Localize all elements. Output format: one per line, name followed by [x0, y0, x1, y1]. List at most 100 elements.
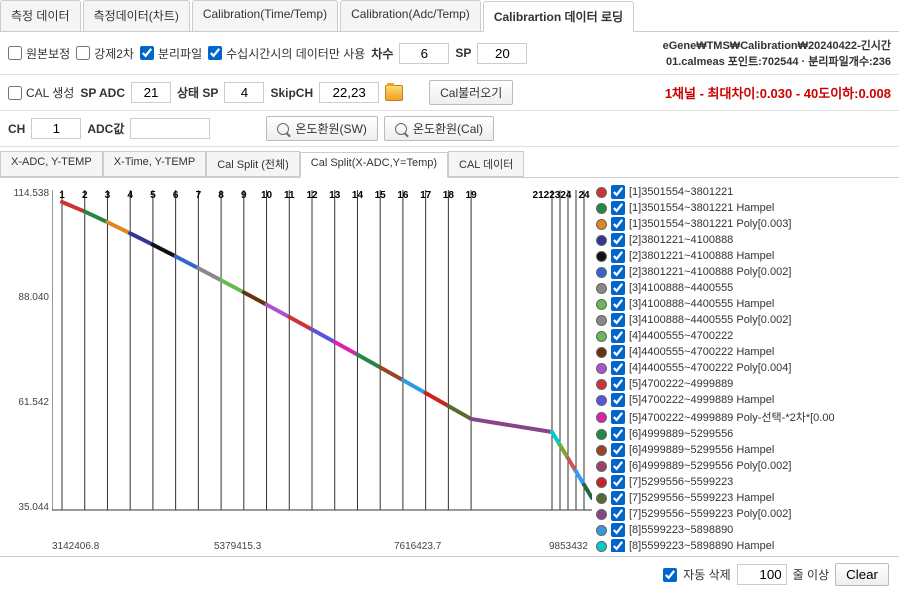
top-tab-0[interactable]: 측정 데이터	[0, 0, 81, 31]
legend-label: [1]3501554~3801221 Hampel	[629, 202, 774, 214]
legend-checkbox[interactable]	[611, 281, 625, 295]
legend-checkbox[interactable]	[611, 297, 625, 311]
legend-item: [5]4700222~4999889	[596, 376, 882, 392]
skip-ch-input[interactable]	[319, 82, 379, 103]
legend-label: [6]4999889~5299556	[629, 428, 733, 440]
legend-panel[interactable]: [1]3501554~3801221[1]3501554~3801221 Ham…	[594, 182, 884, 552]
svg-text:17: 17	[420, 190, 432, 201]
order-label: 차수	[371, 45, 393, 62]
svg-text:5: 5	[150, 190, 156, 201]
file-info-2: 01.calmeas 포인트:702544 · 분리파일개수:236	[663, 53, 891, 69]
legend-checkbox[interactable]	[611, 361, 625, 375]
chk-hours[interactable]	[208, 46, 222, 60]
sec-tab-1[interactable]: X-Time, Y-TEMP	[103, 151, 207, 177]
lines-input[interactable]	[737, 564, 787, 585]
legend-item: [2]3801221~4100888 Poly[0.002]	[596, 264, 882, 280]
chart-plot[interactable]: 114.538 88.040 61.542 35.044 12345678910…	[4, 182, 594, 552]
legend-item: [5]4700222~4999889 Hampel	[596, 392, 882, 408]
sec-tab-0[interactable]: X-ADC, Y-TEMP	[0, 151, 103, 177]
legend-item: [3]4100888~4400555 Poly[0.002]	[596, 312, 882, 328]
legend-item: [3]4100888~4400555	[596, 280, 882, 296]
temp-cal-button[interactable]: 온도환원(Cal)	[384, 116, 494, 141]
legend-checkbox[interactable]	[611, 217, 625, 231]
svg-text:24: 24	[578, 190, 590, 201]
skip-ch-label: SkipCH	[270, 86, 313, 100]
state-sp-label: 상태 SP	[177, 84, 218, 101]
legend-checkbox[interactable]	[611, 313, 625, 327]
top-tab-1[interactable]: 측정데이터(차트)	[83, 0, 190, 31]
legend-checkbox[interactable]	[611, 523, 625, 537]
legend-label: [6]4999889~5299556 Poly[0.002]	[629, 460, 791, 472]
legend-label: [5]4700222~4999889 Poly-선택-*2차*[0.00	[629, 409, 835, 425]
legend-item: [8]5599223~5898890	[596, 522, 882, 538]
search-icon	[395, 123, 407, 135]
sp-adc-input[interactable]	[131, 82, 171, 103]
legend-checkbox[interactable]	[611, 491, 625, 505]
lines-above-label: 줄 이상	[793, 566, 829, 583]
sec-tab-4[interactable]: CAL 데이터	[448, 151, 524, 177]
legend-checkbox[interactable]	[611, 459, 625, 473]
svg-text:10: 10	[261, 190, 273, 201]
svg-text:1: 1	[59, 190, 65, 201]
legend-color-dot	[596, 379, 607, 390]
legend-label: [2]3801221~4100888 Hampel	[629, 250, 774, 262]
legend-label: [8]5599223~5898890 Hampel	[629, 540, 774, 552]
legend-item: [3]4100888~4400555 Hampel	[596, 296, 882, 312]
chk-force2[interactable]	[76, 46, 90, 60]
adc-value-input[interactable]	[130, 118, 210, 139]
legend-item: [5]4700222~4999889 Poly-선택-*2차*[0.00	[596, 408, 882, 426]
legend-color-dot	[596, 541, 607, 552]
legend-checkbox[interactable]	[611, 427, 625, 441]
ch-label: CH	[8, 122, 25, 136]
legend-item: [6]4999889~5299556 Poly[0.002]	[596, 458, 882, 474]
legend-color-dot	[596, 331, 607, 342]
svg-text:16: 16	[397, 190, 409, 201]
folder-icon[interactable]	[385, 85, 403, 101]
temp-sw-button[interactable]: 온도환원(SW)	[266, 116, 377, 141]
clear-button[interactable]: Clear	[835, 563, 889, 586]
state-sp-input[interactable]	[224, 82, 264, 103]
legend-label: [8]5599223~5898890	[629, 524, 733, 536]
legend-item: [1]3501554~3801221 Poly[0.003]	[596, 216, 882, 232]
legend-color-dot	[596, 315, 607, 326]
ch-input[interactable]	[31, 118, 81, 139]
svg-text:9: 9	[241, 190, 247, 201]
legend-checkbox[interactable]	[611, 201, 625, 215]
chk-split[interactable]	[140, 46, 154, 60]
chk-cal-create[interactable]	[8, 86, 22, 100]
legend-checkbox[interactable]	[611, 410, 625, 424]
legend-checkbox[interactable]	[611, 539, 625, 552]
lbl-split: 분리파일	[158, 45, 202, 62]
y-tick: 114.538	[14, 188, 49, 199]
top-tab-4[interactable]: Calibrartion 데이터 로딩	[483, 1, 634, 32]
svg-text:13: 13	[329, 190, 341, 201]
y-tick: 88.040	[18, 292, 49, 303]
legend-checkbox[interactable]	[611, 443, 625, 457]
channel-diff-text: 1채널 - 최대차이:0.030 - 40도이하:0.008	[665, 83, 891, 102]
sec-tab-2[interactable]: Cal Split (전체)	[206, 151, 300, 177]
legend-checkbox[interactable]	[611, 329, 625, 343]
sec-tab-3[interactable]: Cal Split(X-ADC,Y=Temp)	[300, 152, 448, 178]
legend-item: [7]5299556~5599223 Hampel	[596, 490, 882, 506]
svg-text:2122324: 2122324	[533, 190, 572, 201]
legend-label: [3]4100888~4400555 Poly[0.002]	[629, 314, 791, 326]
legend-checkbox[interactable]	[611, 345, 625, 359]
legend-checkbox[interactable]	[611, 249, 625, 263]
top-tab-3[interactable]: Calibration(Adc/Temp)	[340, 0, 481, 31]
chk-original[interactable]	[8, 46, 22, 60]
legend-checkbox[interactable]	[611, 393, 625, 407]
legend-color-dot	[596, 525, 607, 536]
order-input[interactable]	[399, 43, 449, 64]
legend-checkbox[interactable]	[611, 507, 625, 521]
legend-checkbox[interactable]	[611, 185, 625, 199]
top-tab-2[interactable]: Calibration(Time/Temp)	[192, 0, 338, 31]
legend-checkbox[interactable]	[611, 377, 625, 391]
legend-item: [2]3801221~4100888 Hampel	[596, 248, 882, 264]
cal-load-button[interactable]: Cal불러오기	[429, 80, 513, 105]
sp-input[interactable]	[477, 43, 527, 64]
legend-checkbox[interactable]	[611, 475, 625, 489]
legend-checkbox[interactable]	[611, 233, 625, 247]
auto-delete-chk[interactable]	[663, 568, 677, 582]
legend-label: [2]3801221~4100888 Poly[0.002]	[629, 266, 791, 278]
legend-checkbox[interactable]	[611, 265, 625, 279]
